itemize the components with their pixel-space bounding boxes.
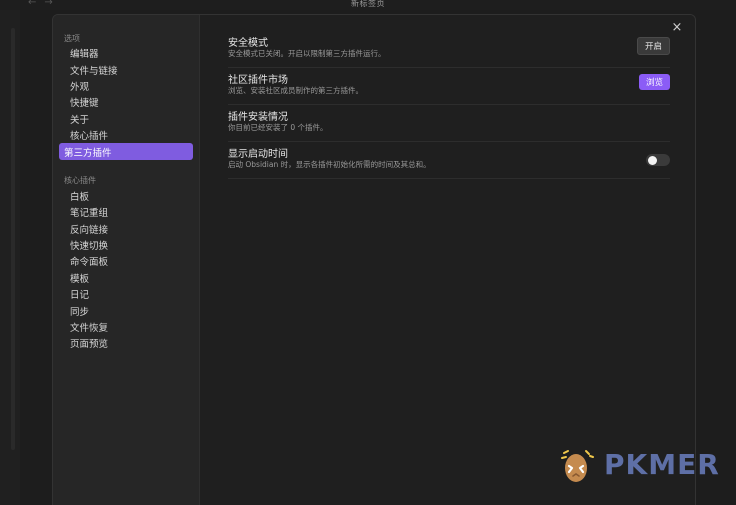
setting-title: 插件安装情况 bbox=[228, 112, 288, 123]
app-window: ← → 新标签页 选项 编辑器 文件与链接 外观 快捷键 关于 核心插件 第三方… bbox=[0, 0, 736, 505]
sidebar-item-command-palette[interactable]: 命令面板 bbox=[59, 253, 193, 269]
settings-modal: 选项 编辑器 文件与链接 外观 快捷键 关于 核心插件 第三方插件 核心插件 白… bbox=[52, 14, 696, 505]
sidebar-item-files-links[interactable]: 文件与链接 bbox=[59, 61, 193, 77]
setting-description: 浏览、安装社区成员制作的第三方插件。 bbox=[228, 86, 363, 95]
setting-description: 启动 Obsidian 时，显示各插件初始化所需的时间及其总和。 bbox=[228, 160, 431, 169]
settings-content: × 安全模式 安全模式已关闭。开启以限制第三方插件运行。 开启 社区插件市场 浏… bbox=[200, 15, 695, 505]
sidebar-item-hotkeys[interactable]: 快捷键 bbox=[59, 94, 193, 110]
turn-on-safe-mode-button[interactable]: 开启 bbox=[636, 37, 670, 55]
sidebar-item-label: 白板 bbox=[70, 191, 90, 203]
sidebar-item-label: 反向链接 bbox=[70, 224, 109, 236]
sidebar-item-community-plugins[interactable]: 第三方插件 bbox=[59, 143, 193, 160]
sidebar-item-label: 同步 bbox=[70, 306, 90, 318]
sidebar-item-label: 模板 bbox=[70, 273, 90, 285]
setting-title: 社区插件市场 bbox=[228, 75, 288, 86]
sidebar-item-label: 页面预览 bbox=[70, 339, 109, 351]
settings-list: 安全模式 安全模式已关闭。开启以限制第三方插件运行。 开启 社区插件市场 浏览、… bbox=[228, 31, 670, 179]
setting-row-installed-plugins: 插件安装情况 你目前已经安装了 0 个插件。 bbox=[228, 105, 670, 142]
setting-row-safe-mode: 安全模式 安全模式已关闭。开启以限制第三方插件运行。 开启 bbox=[228, 31, 670, 68]
sidebar-item-label: 第三方插件 bbox=[64, 147, 112, 159]
show-startup-time-toggle[interactable] bbox=[646, 154, 670, 166]
sidebar-item-sync[interactable]: 同步 bbox=[59, 302, 193, 318]
sidebar-item-label: 命令面板 bbox=[70, 257, 109, 269]
setting-title: 显示启动时间 bbox=[228, 149, 288, 160]
sidebar-item-canvas[interactable]: 白板 bbox=[59, 188, 193, 204]
sidebar-item-about[interactable]: 关于 bbox=[59, 111, 193, 127]
browse-plugins-button[interactable]: 浏览 bbox=[638, 74, 670, 90]
sidebar-item-core-plugins[interactable]: 核心插件 bbox=[59, 127, 193, 143]
sidebar-item-quick-switcher[interactable]: 快速切换 bbox=[59, 237, 193, 253]
sidebar-item-label: 快捷键 bbox=[70, 98, 99, 110]
sidebar-item-page-preview[interactable]: 页面预览 bbox=[59, 335, 193, 351]
title-bar: ← → 新标签页 bbox=[0, 0, 736, 10]
sidebar-item-appearance[interactable]: 外观 bbox=[59, 78, 193, 94]
left-ribbon bbox=[0, 10, 20, 505]
setting-row-startup-time: 显示启动时间 启动 Obsidian 时，显示各插件初始化所需的时间及其总和。 bbox=[228, 142, 670, 179]
settings-sidebar: 选项 编辑器 文件与链接 外观 快捷键 关于 核心插件 第三方插件 核心插件 白… bbox=[53, 15, 200, 505]
setting-title: 安全模式 bbox=[228, 38, 268, 49]
toggle-knob bbox=[648, 155, 657, 165]
sidebar-item-label: 日记 bbox=[70, 290, 90, 302]
sidebar-group-title-options: 选项 bbox=[64, 33, 80, 43]
setting-description: 你目前已经安装了 0 个插件。 bbox=[228, 123, 328, 132]
sidebar-item-label: 文件与链接 bbox=[70, 65, 118, 77]
close-icon[interactable]: × bbox=[669, 19, 685, 35]
sidebar-item-label: 编辑器 bbox=[70, 49, 99, 61]
sidebar-item-note-composer[interactable]: 笔记重组 bbox=[59, 204, 193, 220]
sidebar-item-backlinks[interactable]: 反向链接 bbox=[59, 221, 193, 237]
sidebar-item-label: 快速切换 bbox=[70, 241, 109, 253]
setting-row-community-market: 社区插件市场 浏览、安装社区成员制作的第三方插件。 浏览 bbox=[228, 68, 670, 105]
sidebar-item-label: 关于 bbox=[70, 114, 90, 126]
sidebar-group-title-core-plugins: 核心插件 bbox=[64, 176, 96, 186]
sidebar-item-daily-notes[interactable]: 日记 bbox=[59, 286, 193, 302]
setting-description: 安全模式已关闭。开启以限制第三方插件运行。 bbox=[228, 49, 386, 58]
window-title: 新标签页 bbox=[351, 0, 385, 8]
sidebar-item-label: 笔记重组 bbox=[70, 208, 109, 220]
sidebar-item-label: 文件恢复 bbox=[70, 323, 109, 335]
sidebar-item-label: 核心插件 bbox=[70, 131, 109, 143]
sidebar-item-file-recovery[interactable]: 文件恢复 bbox=[59, 319, 193, 335]
sidebar-item-templates[interactable]: 模板 bbox=[59, 270, 193, 286]
sidebar-item-editor[interactable]: 编辑器 bbox=[59, 45, 193, 61]
ribbon-scroll-track bbox=[11, 28, 15, 450]
sidebar-item-label: 外观 bbox=[70, 81, 90, 93]
